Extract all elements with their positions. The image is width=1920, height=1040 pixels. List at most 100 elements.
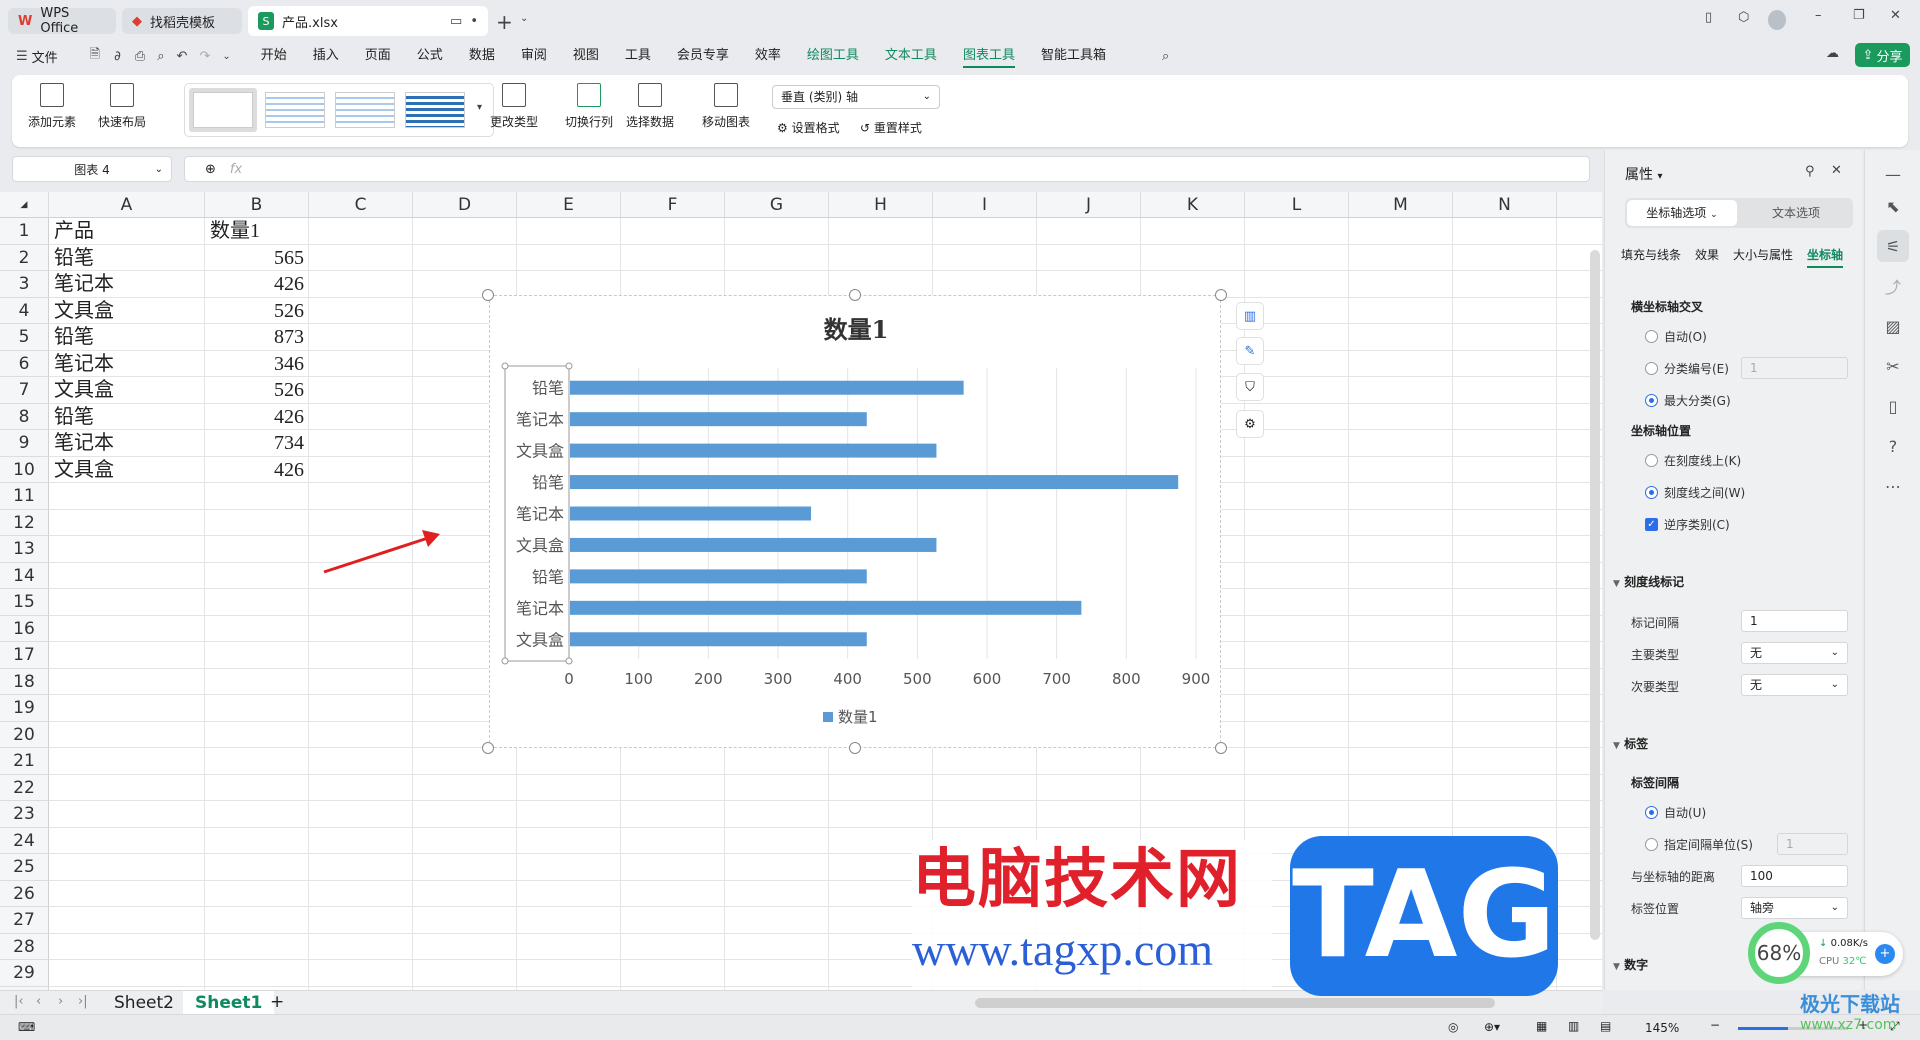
resize-handle-br[interactable] — [1215, 742, 1227, 754]
row-header-1[interactable]: 1 — [0, 218, 49, 245]
row-header-10[interactable]: 10 — [0, 456, 49, 483]
undo-icon[interactable]: ↶ — [177, 49, 188, 64]
row-header-13[interactable]: 13 — [0, 536, 49, 563]
tools-icon[interactable]: ✂ — [1877, 350, 1909, 382]
section-labels[interactable]: ▼ 标签 — [1613, 735, 1648, 752]
sheet-nav-next-icon[interactable]: › — [58, 994, 63, 1009]
horizontal-scrollbar[interactable] — [975, 998, 1495, 1008]
menu-智能工具箱[interactable]: 智能工具箱 — [1041, 44, 1106, 68]
chart-style-2[interactable] — [265, 92, 325, 128]
column-header-N[interactable]: N — [1453, 192, 1557, 218]
device-icon[interactable]: ▯ — [1705, 10, 1712, 25]
menu-审阅[interactable]: 审阅 — [521, 44, 547, 68]
save-icon[interactable]: 🗎 — [90, 45, 100, 67]
memory-usage-ring[interactable]: 68% — [1748, 922, 1810, 984]
row-header-29[interactable]: 29 — [0, 960, 49, 987]
tick-interval-input[interactable]: 1 — [1741, 610, 1848, 632]
macro-icon[interactable]: ⌨ — [18, 1020, 35, 1034]
tab-docer[interactable]: ◆ 找稻壳模板 — [122, 8, 242, 34]
row-header-15[interactable]: 15 — [0, 589, 49, 616]
row-header-20[interactable]: 20 — [0, 721, 49, 748]
tab-product-xlsx[interactable]: S 产品.xlsx ▭ • — [248, 6, 488, 36]
menu-公式[interactable]: 公式 — [417, 44, 443, 68]
resize-handle-t[interactable] — [849, 289, 861, 301]
row-header-27[interactable]: 27 — [0, 907, 49, 934]
row-header-16[interactable]: 16 — [0, 615, 49, 642]
column-header-F[interactable]: F — [621, 192, 725, 218]
sheet-nav-first-icon[interactable]: |‹ — [14, 994, 24, 1009]
major-type-select[interactable]: 无 ⌄ — [1741, 642, 1848, 664]
resize-handle-tl[interactable] — [482, 289, 494, 301]
row-header-3[interactable]: 3 — [0, 271, 49, 298]
print-preview-icon[interactable]: ⌕ — [157, 49, 164, 64]
cell-B6[interactable]: 346 — [205, 351, 309, 377]
select-all-corner[interactable]: ◢ — [0, 192, 49, 218]
row-header-2[interactable]: 2 — [0, 244, 49, 271]
sheet-nav-prev-icon[interactable]: ‹ — [36, 994, 41, 1009]
subtab-effect[interactable]: 效果 — [1695, 246, 1719, 268]
sheet-tab-sheet2[interactable]: Sheet2 — [114, 993, 174, 1013]
cell-B1[interactable]: 数量1 — [205, 218, 309, 244]
link-icon[interactable]: ∂ — [114, 49, 121, 64]
cell-A1[interactable]: 产品 — [49, 218, 205, 244]
search-icon[interactable]: ⌕ — [1162, 49, 1169, 64]
tab-list-chevron-icon[interactable]: ⌄ — [520, 13, 528, 24]
label-distance-input[interactable]: 100 — [1741, 865, 1848, 887]
pin-icon[interactable]: ⚲ — [1805, 164, 1815, 179]
more-icon[interactable]: ⋯ — [1877, 470, 1909, 502]
row-header-4[interactable]: 4 — [0, 297, 49, 324]
label-position-select[interactable]: 轴旁 ⌄ — [1741, 897, 1848, 919]
reset-style-button[interactable]: ↺ 重置样式 — [860, 119, 922, 136]
cell-A4[interactable]: 文具盒 — [49, 298, 205, 324]
radio-label-unit[interactable]: 指定间隔单位(S) — [1645, 836, 1753, 853]
chart-style-button[interactable]: ✎ — [1236, 337, 1264, 365]
sheet-nav-last-icon[interactable]: ›| — [78, 994, 88, 1009]
column-header-D[interactable]: D — [413, 192, 517, 218]
menu-效率[interactable]: 效率 — [755, 44, 781, 68]
column-header-H[interactable]: H — [829, 192, 933, 218]
view-options-icon[interactable]: ⊕▾ — [1484, 1020, 1500, 1034]
add-sheet-icon[interactable]: + — [270, 992, 284, 1012]
cell-B4[interactable]: 526 — [205, 298, 309, 324]
avatar[interactable] — [1768, 10, 1786, 30]
page-break-icon[interactable]: ▤ — [1600, 1019, 1611, 1033]
cell-B5[interactable]: 873 — [205, 324, 309, 350]
chart-style-4[interactable] — [405, 92, 465, 128]
row-header-26[interactable]: 26 — [0, 880, 49, 907]
cross-category-input[interactable]: 1 — [1741, 357, 1848, 379]
zoom-out-icon[interactable]: − — [1710, 1018, 1720, 1032]
menu-绘图工具[interactable]: 绘图工具 — [807, 44, 859, 68]
cell-A5[interactable]: 铅笔 — [49, 324, 205, 350]
cell-B2[interactable]: 565 — [205, 245, 309, 271]
radio-on-tick[interactable]: 在刻度线上(K) — [1645, 452, 1741, 469]
label-unit-input[interactable]: 1 — [1777, 833, 1848, 855]
row-header-18[interactable]: 18 — [0, 668, 49, 695]
subtab-fill-line[interactable]: 填充与线条 — [1621, 246, 1681, 268]
menu-数据[interactable]: 数据 — [469, 44, 495, 68]
radio-cross-auto[interactable]: 自动(O) — [1645, 328, 1707, 345]
row-header-12[interactable]: 12 — [0, 509, 49, 536]
cell-B7[interactable]: 526 — [205, 377, 309, 403]
row-header-17[interactable]: 17 — [0, 642, 49, 669]
gallery-expand-icon[interactable]: ▾ — [477, 102, 482, 113]
cell-A8[interactable]: 铅笔 — [49, 404, 205, 430]
menu-文本工具[interactable]: 文本工具 — [885, 44, 937, 68]
vertical-scrollbar[interactable] — [1590, 250, 1600, 940]
column-header-C[interactable]: C — [309, 192, 413, 218]
set-format-button[interactable]: ⚙ 设置格式 — [777, 119, 840, 136]
help-icon[interactable]: ? — [1877, 430, 1909, 462]
tab-axis-options[interactable]: 坐标轴选项 ⌄ — [1627, 200, 1737, 226]
normal-view-icon[interactable]: ▦ — [1536, 1019, 1547, 1033]
redo-icon[interactable]: ↷ — [199, 49, 210, 64]
cell-A6[interactable]: 笔记本 — [49, 351, 205, 377]
select-data-button[interactable]: 选择数据 — [626, 83, 674, 130]
restore-icon[interactable]: ❐ — [1853, 8, 1865, 23]
new-tab-icon[interactable]: + — [496, 10, 513, 34]
cell-A3[interactable]: 笔记本 — [49, 271, 205, 297]
sheet-tab-sheet1[interactable]: Sheet1 — [183, 991, 275, 1015]
cell-A10[interactable]: 文具盒 — [49, 457, 205, 483]
row-header-19[interactable]: 19 — [0, 695, 49, 722]
minimize-icon[interactable]: – — [1815, 8, 1822, 23]
section-number[interactable]: ▼ 数字 — [1613, 956, 1648, 973]
eye-protect-icon[interactable]: ◎ — [1448, 1020, 1458, 1034]
